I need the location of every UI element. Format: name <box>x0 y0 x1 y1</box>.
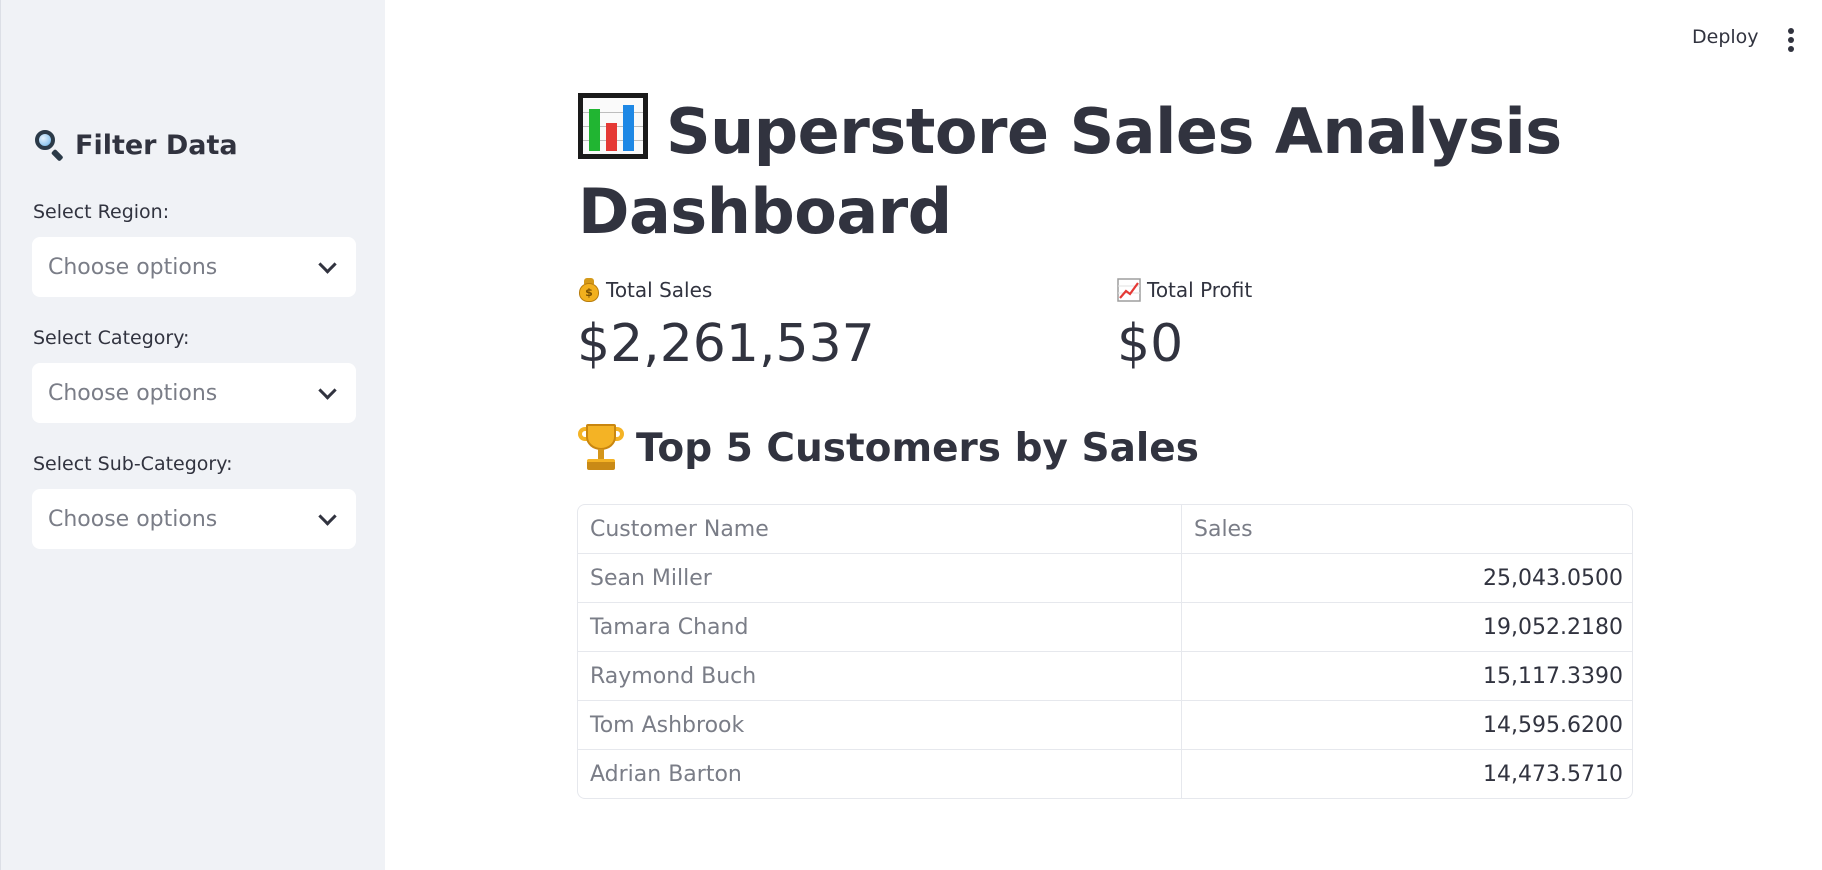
column-header-sales[interactable]: Sales <box>1182 505 1632 553</box>
subcategory-multiselect[interactable]: Choose options <box>32 489 356 549</box>
region-multiselect[interactable]: Choose options <box>32 237 356 297</box>
sales-cell[interactable]: 19,052.2180 <box>1182 603 1632 651</box>
page-title-text: Superstore Sales Analysis Dashboard <box>578 95 1562 248</box>
table-header-row: Customer Name Sales <box>578 505 1632 553</box>
sales-cell[interactable]: 14,595.6200 <box>1182 701 1632 749</box>
kebab-menu-icon[interactable] <box>1785 28 1797 52</box>
region-filter-label: Select Region: <box>33 201 170 223</box>
customer-name-cell[interactable]: Raymond Buch <box>578 652 1182 700</box>
sidebar-header: Filter Data <box>33 128 238 162</box>
sidebar: Filter Data Select Region: Choose option… <box>0 0 385 870</box>
magnifying-glass-icon <box>33 128 67 162</box>
total-sales-value: $2,261,537 <box>577 314 875 374</box>
table-row[interactable]: Tamara Chand 19,052.2180 <box>578 602 1632 651</box>
deploy-button[interactable]: Deploy <box>1692 26 1759 48</box>
total-sales-label: $ Total Sales <box>578 278 712 302</box>
customer-name-cell[interactable]: Sean Miller <box>578 554 1182 602</box>
sales-cell[interactable]: 25,043.0500 <box>1182 554 1632 602</box>
subcategory-filter-label: Select Sub-Category: <box>33 453 233 475</box>
chevron-down-icon[interactable] <box>318 254 337 274</box>
chevron-down-icon[interactable] <box>318 380 337 400</box>
sidebar-title: Filter Data <box>75 129 238 161</box>
region-placeholder: Choose options <box>48 254 218 280</box>
table-row[interactable]: Adrian Barton 14,473.5710 <box>578 749 1632 798</box>
customer-name-cell[interactable]: Tom Ashbrook <box>578 701 1182 749</box>
table-row[interactable]: Tom Ashbrook 14,595.6200 <box>578 700 1632 749</box>
category-multiselect[interactable]: Choose options <box>32 363 356 423</box>
table-row[interactable]: Sean Miller 25,043.0500 <box>578 553 1632 602</box>
sales-cell[interactable]: 15,117.3390 <box>1182 652 1632 700</box>
top-customers-title: Top 5 Customers by Sales <box>636 425 1199 471</box>
chart-increasing-icon <box>1117 278 1141 302</box>
total-profit-label: Total Profit <box>1117 278 1252 302</box>
app-root: Filter Data Select Region: Choose option… <box>0 0 1822 870</box>
bar-chart-icon <box>578 93 648 159</box>
top-customers-heading: Top 5 Customers by Sales <box>578 424 1199 472</box>
total-profit-label-text: Total Profit <box>1147 278 1253 302</box>
category-placeholder: Choose options <box>48 380 218 406</box>
column-header-customer-name[interactable]: Customer Name <box>578 505 1182 553</box>
table-row[interactable]: Raymond Buch 15,117.3390 <box>578 651 1632 700</box>
subcategory-placeholder: Choose options <box>48 506 218 532</box>
page-title: Superstore Sales Analysis Dashboard <box>578 92 1638 252</box>
sales-cell[interactable]: 14,473.5710 <box>1182 750 1632 798</box>
category-filter-label: Select Category: <box>33 327 190 349</box>
total-sales-label-text: Total Sales <box>606 278 713 302</box>
top-customers-table[interactable]: Customer Name Sales Sean Miller 25,043.0… <box>577 504 1633 799</box>
total-profit-value: $0 <box>1117 314 1184 374</box>
chevron-down-icon[interactable] <box>318 506 337 526</box>
trophy-icon <box>578 424 624 472</box>
customer-name-cell[interactable]: Tamara Chand <box>578 603 1182 651</box>
money-bag-icon: $ <box>578 278 600 302</box>
customer-name-cell[interactable]: Adrian Barton <box>578 750 1182 798</box>
